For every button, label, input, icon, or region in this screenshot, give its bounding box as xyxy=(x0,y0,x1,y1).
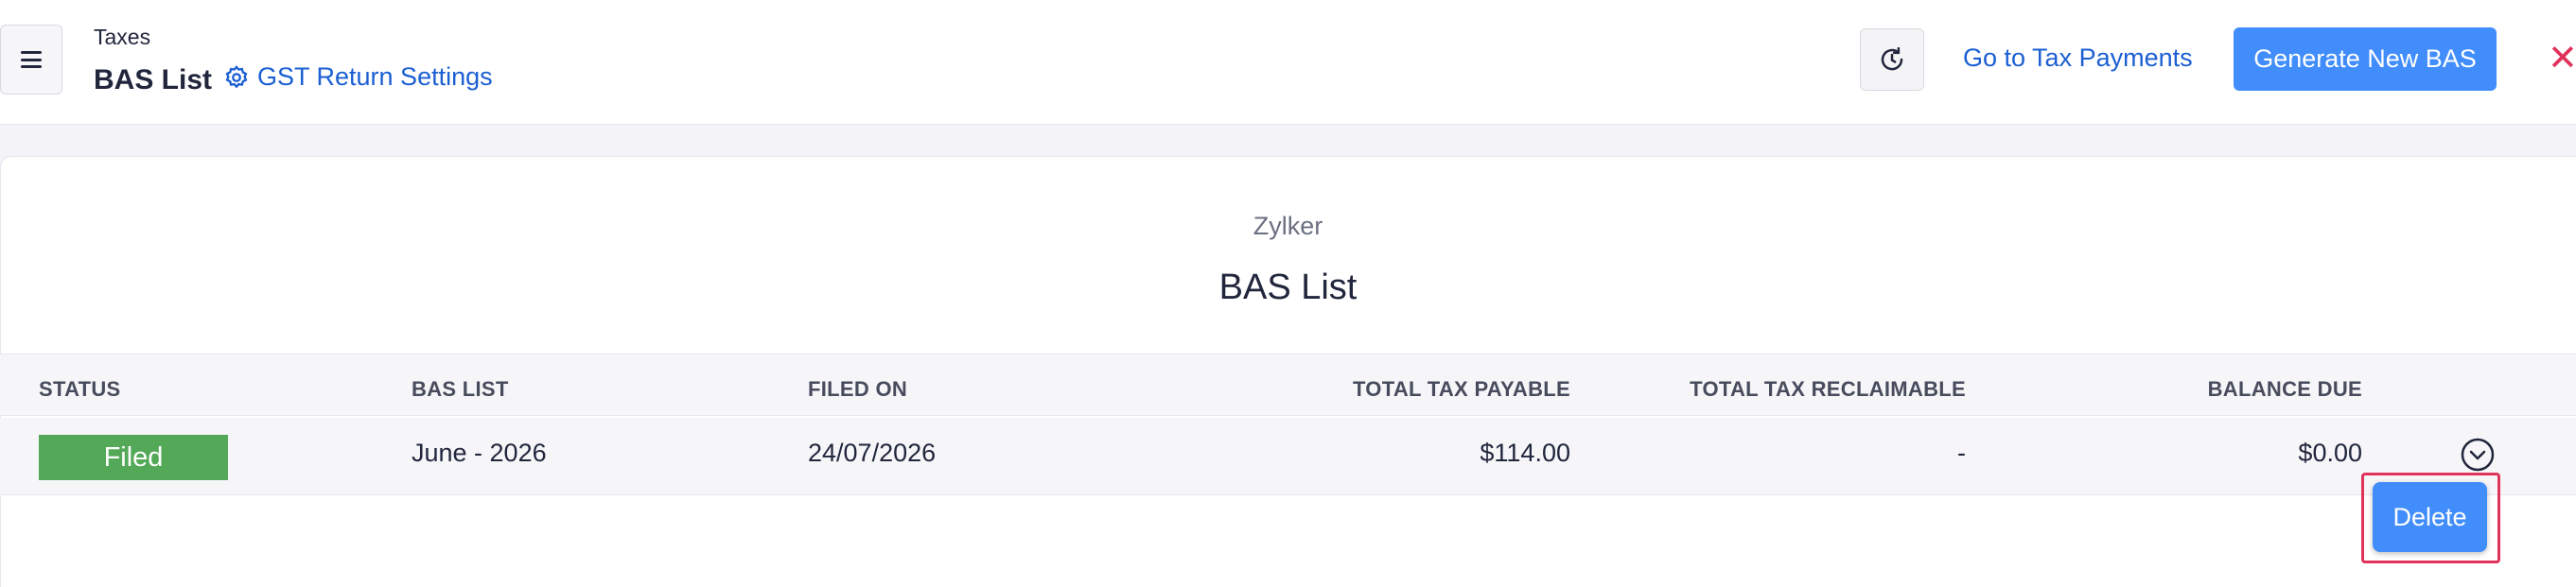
column-header-bas-list: BAS LIST xyxy=(412,377,509,401)
page-title: BAS List xyxy=(94,64,213,95)
cell-total-tax-payable: $114.00 xyxy=(1480,439,1570,467)
go-to-tax-payments-link[interactable]: Go to Tax Payments xyxy=(1963,43,2193,73)
refresh-button[interactable] xyxy=(1860,28,1924,91)
gear-icon xyxy=(225,64,248,88)
table-header: STATUS BAS LIST FILED ON TOTAL TAX PAYAB… xyxy=(0,354,2576,416)
delete-button[interactable]: Delete xyxy=(2373,482,2487,552)
gst-return-settings-label: GST Return Settings xyxy=(257,62,493,91)
cell-filed-on: 24/07/2026 xyxy=(808,439,937,467)
menu-button[interactable] xyxy=(0,25,62,95)
gst-return-settings-link[interactable]: GST Return Settings xyxy=(223,62,493,92)
column-header-total-tax-payable: TOTAL TAX PAYABLE xyxy=(1352,377,1570,401)
cell-balance-due: $0.00 xyxy=(2298,439,2362,467)
refresh-icon xyxy=(1881,46,1903,71)
cell-total-tax-reclaimable: - xyxy=(1957,439,1966,467)
column-header-total-tax-reclaimable: TOTAL TAX RECLAIMABLE xyxy=(1690,377,1966,401)
breadcrumb[interactable]: Taxes xyxy=(94,25,150,50)
column-header-balance-due: BALANCE DUE xyxy=(2207,377,2362,401)
column-header-status: STATUS xyxy=(39,377,121,401)
cell-bas-list[interactable]: June - 2026 xyxy=(412,439,547,468)
close-icon[interactable]: ✕ xyxy=(2548,41,2576,77)
table-row[interactable]: Filed June - 2026 24/07/2026 $114.00 - $… xyxy=(0,418,2576,495)
organization-name: Zylker xyxy=(1253,212,1323,240)
chevron-down-icon[interactable] xyxy=(2460,437,2496,473)
menu-icon xyxy=(21,51,42,68)
status-badge: Filed xyxy=(39,435,228,480)
generate-new-bas-button[interactable]: Generate New BAS xyxy=(2234,27,2497,91)
report-title: BAS List xyxy=(1218,268,1358,307)
column-header-filed-on: FILED ON xyxy=(808,377,908,401)
top-bar: Taxes BAS List GST Return Settings Go to… xyxy=(0,0,2576,125)
